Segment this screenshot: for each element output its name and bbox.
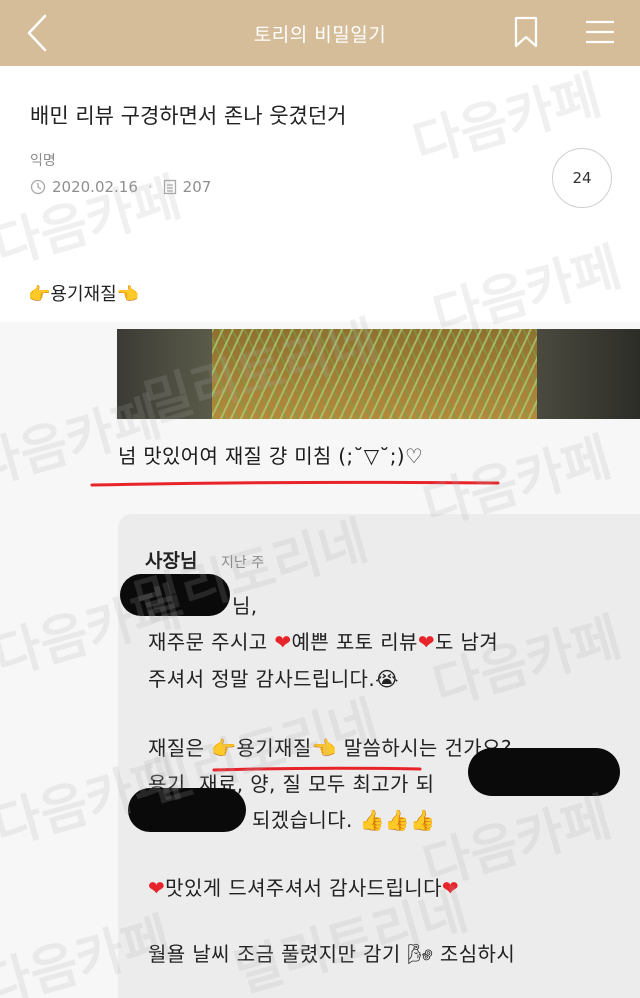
post-date: 2020.02.16 bbox=[52, 178, 138, 196]
reply-time: 지난 주 bbox=[221, 555, 265, 571]
heart-icon: ❤ bbox=[274, 630, 292, 654]
top-app-bar: 토리의 비밀일기 bbox=[0, 0, 640, 66]
redaction-mark bbox=[128, 788, 246, 832]
bookmark-button[interactable] bbox=[510, 14, 542, 50]
heart-icon: ❤ bbox=[417, 630, 435, 654]
back-button[interactable] bbox=[22, 14, 52, 52]
review-text: 넘 맛있어여 재질 걍 미침 (;˘▽˘;)♡ bbox=[118, 444, 424, 468]
heart-icon: ❤ bbox=[148, 876, 166, 900]
reply-author: 사장님 bbox=[145, 550, 198, 572]
comment-count-button[interactable]: 24 bbox=[552, 148, 612, 208]
review-screenshot-image: 넘 맛있어여 재질 걍 미침 (;˘▽˘;)♡ 사장님 지난 주 님, 재주문 … bbox=[0, 322, 640, 998]
reply-line: ❤맛있게 드셔주셔서 감사드립니다❤ bbox=[148, 876, 460, 900]
redaction-mark bbox=[120, 574, 230, 616]
clock-icon bbox=[30, 179, 46, 195]
reply-line: 월욜 날씨 조금 풀렸지만 감기 🌬 조심하시 bbox=[148, 942, 516, 966]
watermark: 다음카페 bbox=[0, 167, 188, 278]
chevron-left-icon bbox=[27, 14, 47, 52]
app-bar-title: 토리의 비밀일기 bbox=[253, 23, 387, 46]
red-underline-mark bbox=[90, 480, 500, 487]
reply-line: 재주문 주시고 ❤예쁜 포토 리뷰❤도 남겨 bbox=[148, 630, 499, 654]
post-views: 207 bbox=[182, 178, 212, 196]
post-body-heading: 👉용기재질👈 bbox=[28, 284, 140, 305]
reply-line: 재질은 👉용기재질👈 말씀하시는 건가요? bbox=[148, 736, 512, 760]
hamburger-menu-icon bbox=[586, 20, 614, 44]
heart-icon: ❤ bbox=[441, 876, 460, 900]
separator-dot: · bbox=[147, 178, 153, 196]
food-photo bbox=[117, 329, 640, 419]
reply-line: 님, bbox=[232, 594, 258, 618]
menu-button[interactable] bbox=[582, 14, 618, 50]
reply-line: 주셔서 정말 감사드립니다.😭 bbox=[148, 667, 399, 691]
bookmark-icon bbox=[514, 16, 538, 48]
post-author[interactable]: 익명 bbox=[30, 150, 56, 170]
document-icon bbox=[163, 179, 176, 195]
reply-line: 되겠습니다. 👍👍👍 bbox=[252, 808, 436, 832]
redaction-mark bbox=[468, 748, 620, 796]
post-meta: 2020.02.16 · 207 bbox=[30, 178, 211, 196]
post-title: 배민 리뷰 구경하면서 존나 웃겼던거 bbox=[30, 104, 347, 128]
